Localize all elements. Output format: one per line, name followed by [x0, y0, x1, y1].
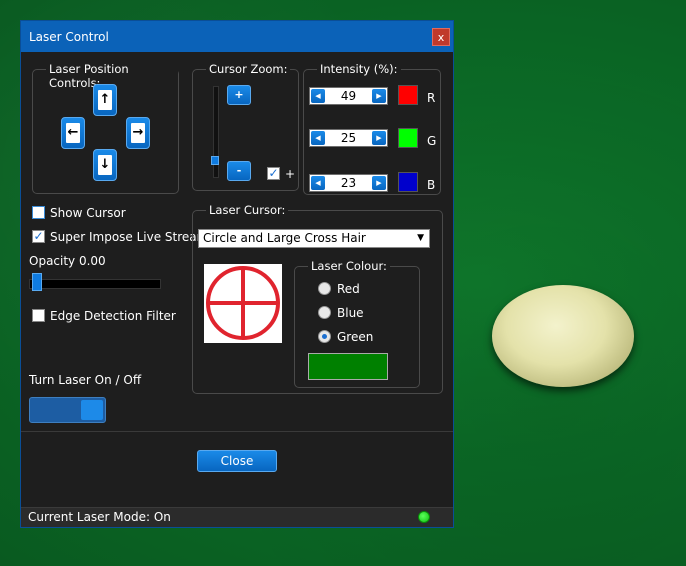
window-close-button[interactable]: x: [432, 28, 450, 46]
arrow-left-icon: ←: [66, 123, 80, 143]
radio-red[interactable]: [318, 282, 331, 295]
super-impose-label: Super Impose Live Stream: [50, 230, 209, 244]
intensity-b-swatch: [398, 172, 418, 192]
intensity-r-spinner[interactable]: ◀ 49 ▶: [309, 87, 388, 105]
decrement-icon[interactable]: ◀: [311, 89, 325, 103]
arrow-up-icon: ↑: [98, 90, 112, 110]
circle-crosshair-icon: [206, 266, 280, 340]
status-bar: Current Laser Mode: On: [21, 507, 453, 527]
intensity-label: Intensity (%):: [317, 62, 401, 76]
cursor-zoom-label: Cursor Zoom:: [206, 62, 291, 76]
zoom-out-button[interactable]: -: [227, 161, 251, 181]
laser-cursor-label: Laser Cursor:: [206, 203, 289, 217]
cursor-style-value: Circle and Large Cross Hair: [203, 231, 366, 245]
close-button[interactable]: Close: [197, 450, 277, 472]
chevron-down-icon[interactable]: ▼: [417, 230, 424, 247]
footer-divider: [21, 431, 453, 432]
intensity-g-spinner[interactable]: ◀ 25 ▶: [309, 129, 388, 147]
intensity-g-letter: G: [427, 134, 437, 148]
increment-icon[interactable]: ▶: [372, 89, 386, 103]
opacity-label: Opacity 0.00: [29, 254, 106, 268]
zoom-in-button[interactable]: +: [227, 85, 251, 105]
cue-ball: [492, 285, 634, 387]
radio-green[interactable]: [318, 330, 331, 343]
laser-control-window: Laser Control x Laser Position Controls:…: [20, 20, 454, 528]
edge-detection-checkbox[interactable]: [32, 309, 45, 322]
intensity-b-spinner[interactable]: ◀ 23 ▶: [309, 174, 388, 192]
decrement-icon[interactable]: ◀: [311, 176, 325, 190]
turn-laser-label: Turn Laser On / Off: [29, 373, 142, 387]
cursor-preview: [204, 264, 282, 343]
intensity-r-value[interactable]: 49: [326, 89, 371, 103]
intensity-r-letter: R: [427, 91, 436, 105]
laser-colour-label: Laser Colour:: [308, 259, 390, 273]
radio-green-label: Green: [337, 330, 374, 344]
window-title: Laser Control: [29, 29, 109, 44]
decrement-icon[interactable]: ◀: [311, 131, 325, 145]
status-led-icon: [418, 511, 430, 523]
move-down-button[interactable]: ↓: [93, 149, 117, 181]
cursor-style-select[interactable]: Circle and Large Cross Hair ▼: [198, 229, 430, 248]
radio-blue[interactable]: [318, 306, 331, 319]
radio-blue-label: Blue: [337, 306, 364, 320]
arrow-right-icon: →: [131, 123, 145, 143]
intensity-g-swatch: [398, 128, 418, 148]
laser-colour-swatch: [308, 353, 388, 380]
opacity-slider-thumb[interactable]: [32, 273, 42, 291]
intensity-g-value[interactable]: 25: [326, 131, 371, 145]
title-bar[interactable]: Laser Control x: [21, 21, 453, 52]
show-cursor-label: Show Cursor: [50, 206, 126, 220]
arrow-down-icon: ↓: [98, 155, 112, 175]
laser-position-group: Laser Position Controls: ↑ ← → ↓: [32, 62, 179, 194]
increment-icon[interactable]: ▶: [372, 131, 386, 145]
move-left-button[interactable]: ←: [61, 117, 85, 149]
opacity-slider-track[interactable]: [29, 279, 161, 289]
move-up-button[interactable]: ↑: [93, 84, 117, 116]
cursor-zoom-group: Cursor Zoom: + - ✓ +: [192, 62, 299, 191]
laser-toggle[interactable]: [29, 397, 106, 423]
radio-red-label: Red: [337, 282, 360, 296]
zoom-checkbox-label: +: [285, 167, 296, 181]
intensity-r-swatch: [398, 85, 418, 105]
intensity-b-letter: B: [427, 178, 436, 192]
zoom-slider-thumb[interactable]: [211, 156, 219, 165]
super-impose-checkbox[interactable]: ✓: [32, 230, 45, 243]
show-cursor-checkbox[interactable]: [32, 206, 45, 219]
edge-detection-label: Edge Detection Filter: [50, 309, 176, 323]
intensity-b-value[interactable]: 23: [326, 176, 371, 190]
status-text: Current Laser Mode: On: [28, 510, 171, 524]
zoom-checkbox[interactable]: ✓: [267, 167, 280, 180]
move-right-button[interactable]: →: [126, 117, 150, 149]
toggle-knob[interactable]: [81, 400, 103, 420]
increment-icon[interactable]: ▶: [372, 176, 386, 190]
